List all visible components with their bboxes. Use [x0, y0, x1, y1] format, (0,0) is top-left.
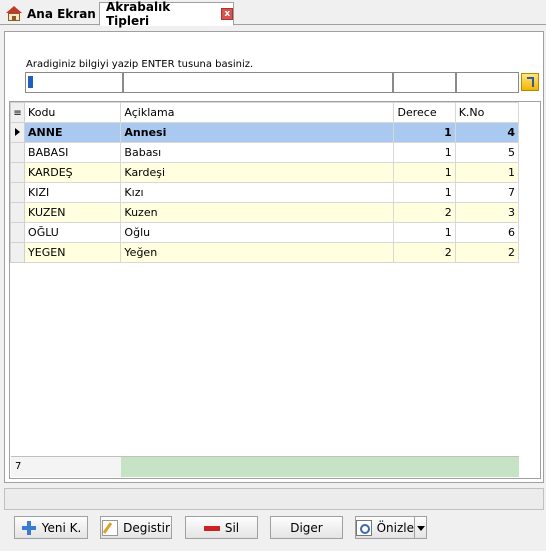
cell-kno[interactable]: 1 [454, 162, 520, 183]
cell-kno[interactable]: 3 [454, 202, 520, 223]
cell-kodu[interactable]: KARDEŞ [24, 162, 122, 183]
cell-kno[interactable]: 6 [454, 222, 520, 243]
cell-kodu[interactable]: OĞLU [24, 222, 122, 243]
cell-kno[interactable]: 7 [454, 182, 520, 203]
column-header-kodu[interactable]: Kodu [24, 102, 122, 123]
column-menu-icon[interactable]: ≡ [9, 102, 26, 123]
filter-field-kno[interactable] [456, 72, 519, 93]
new-button-label: Yeni K. [41, 520, 82, 535]
cell-kno[interactable]: 2 [454, 242, 520, 263]
plus-icon [21, 520, 37, 536]
filter-field-aciklama[interactable] [123, 72, 393, 93]
table-row[interactable]: YEGEN Yeğen 2 2 [9, 242, 520, 263]
other-button[interactable]: Diger [270, 516, 343, 539]
search-hint: Aradiginiz bilgiyi yazip ENTER tusuna ba… [26, 59, 254, 70]
edit-icon [102, 519, 119, 536]
chevron-down-icon[interactable] [414, 516, 427, 539]
table-row[interactable]: ANNE Annesi 1 4 [9, 122, 520, 143]
table-row[interactable]: BABASI Babası 1 5 [9, 142, 520, 163]
close-icon[interactable]: x [221, 8, 233, 20]
cell-derece[interactable]: 1 [393, 182, 456, 203]
table-row[interactable]: KUZEN Kuzen 2 3 [9, 202, 520, 223]
filter-icon[interactable] [521, 73, 539, 91]
tab-ana-ekran[interactable]: Ana Ekran [2, 2, 99, 25]
button-bar: Yeni K. Degistir Sil Diger Önizle [0, 514, 546, 544]
preview-icon [356, 519, 372, 536]
cell-aciklama[interactable]: Kardeşi [120, 162, 395, 183]
row-indicator-icon [9, 122, 26, 143]
cell-kodu[interactable]: BABASI [24, 142, 122, 163]
preview-button-label: Önizle [376, 520, 414, 535]
column-header-kno[interactable]: K.No [454, 102, 520, 123]
tab-ana-ekran-label: Ana Ekran [27, 6, 96, 21]
delete-button[interactable]: Sil [185, 516, 258, 539]
cell-kodu[interactable]: KUZEN [24, 202, 122, 223]
minus-icon [203, 520, 220, 536]
main-panel: Aradiginiz bilgiyi yazip ENTER tusuna ba… [4, 31, 544, 483]
cell-aciklama[interactable]: Kuzen [120, 202, 395, 223]
grid-footer: 7 [11, 456, 519, 477]
delete-button-label: Sil [224, 520, 240, 535]
record-count: 7 [11, 457, 121, 477]
grid-header-row: ≡ Kodu Açiklama Derece K.No [9, 102, 520, 123]
cell-aciklama[interactable]: Babası [120, 142, 395, 163]
table-row[interactable]: KIZI Kızı 1 7 [9, 182, 520, 203]
search-input[interactable] [25, 72, 123, 93]
new-button[interactable]: Yeni K. [14, 516, 88, 539]
footer-summary [121, 457, 519, 477]
table-row[interactable]: OĞLU Oğlu 1 6 [9, 222, 520, 243]
cell-derece[interactable]: 1 [393, 122, 456, 143]
cell-derece[interactable]: 1 [393, 162, 456, 183]
data-grid[interactable]: ≡ Kodu Açiklama Derece K.No ANNE Annesi … [9, 101, 541, 479]
cell-kodu[interactable]: ANNE [24, 122, 122, 143]
other-button-label: Diger [290, 520, 323, 535]
cell-kno[interactable]: 4 [454, 122, 520, 143]
cell-kodu[interactable]: YEGEN [24, 242, 122, 263]
cell-derece[interactable]: 2 [393, 202, 456, 223]
cell-aciklama[interactable]: Kızı [120, 182, 395, 203]
status-bar [4, 488, 544, 510]
cell-kno[interactable]: 5 [454, 142, 520, 163]
edit-button-label: Degistir [123, 520, 170, 535]
filter-field-derece[interactable] [393, 72, 456, 93]
cell-aciklama[interactable]: Yeğen [120, 242, 395, 263]
tab-akrabalik-tipleri-label: Akrabalık Tipleri [106, 0, 171, 28]
cell-derece[interactable]: 1 [393, 222, 456, 243]
cell-derece[interactable]: 1 [393, 142, 456, 163]
column-header-derece[interactable]: Derece [393, 102, 456, 123]
grid-table: ≡ Kodu Açiklama Derece K.No ANNE Annesi … [9, 102, 520, 263]
column-header-aciklama[interactable]: Açiklama [120, 102, 395, 123]
preview-button[interactable]: Önizle [355, 516, 415, 539]
cell-derece[interactable]: 2 [393, 242, 456, 263]
text-cursor [28, 76, 33, 88]
cell-aciklama[interactable]: Annesi [120, 122, 395, 143]
edit-button[interactable]: Degistir [100, 516, 172, 539]
table-row[interactable]: KARDEŞ Kardeşi 1 1 [9, 162, 520, 183]
tab-akrabalik-tipleri[interactable]: Akrabalık Tipleri x [99, 0, 234, 28]
home-icon [6, 6, 22, 21]
cell-aciklama[interactable]: Oğlu [120, 222, 395, 243]
cell-kodu[interactable]: KIZI [24, 182, 122, 203]
tab-strip: Ana Ekran Akrabalık Tipleri x [0, 0, 546, 28]
